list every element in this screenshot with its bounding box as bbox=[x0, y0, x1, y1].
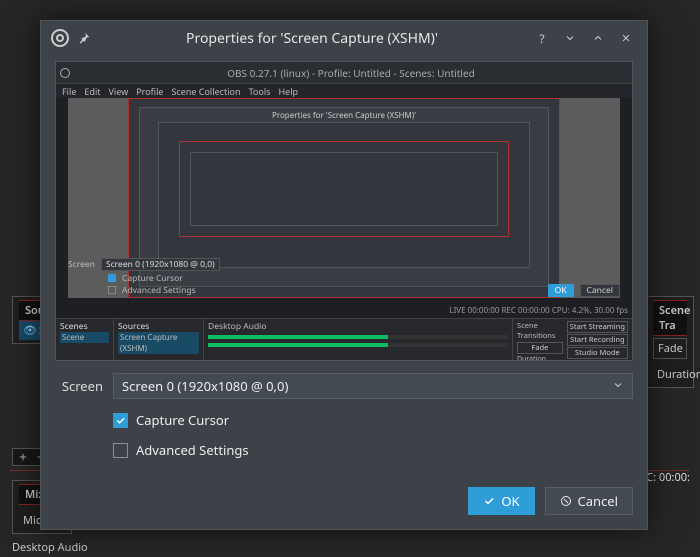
preview-bottom-docks: Scenes Scene Sources Screen Capture (XSH… bbox=[56, 318, 632, 360]
duration-label: Duration bbox=[653, 365, 687, 384]
nested-dialog-4 bbox=[190, 152, 498, 226]
ok-button[interactable]: OK bbox=[468, 487, 534, 515]
checkbox-icon bbox=[113, 413, 128, 428]
screen-select[interactable]: Screen 0 (1920x1080 @ 0,0) bbox=[113, 373, 633, 399]
menu-edit: Edit bbox=[84, 85, 100, 98]
preview-statusbar: LIVE 00:00:00 REC 00:00:00 CPU: 4.2%, 30… bbox=[449, 305, 628, 316]
preview-start-recording: Start Recording bbox=[567, 334, 628, 346]
preview-cancel-button: Cancel bbox=[580, 284, 620, 297]
help-button[interactable]: ? bbox=[531, 27, 553, 49]
preview-studio-mode: Studio Mode bbox=[567, 347, 628, 359]
preview-duration-label: Duration bbox=[517, 355, 546, 361]
preview-mixer-label: Desktop Audio bbox=[208, 321, 508, 332]
pin-icon[interactable] bbox=[75, 29, 93, 47]
add-icon[interactable]: + bbox=[19, 448, 27, 467]
obs-logo-icon bbox=[60, 68, 70, 78]
cancel-icon bbox=[560, 495, 572, 507]
minimize-button[interactable] bbox=[559, 27, 581, 49]
ok-button-label: OK bbox=[501, 492, 519, 510]
screen-select-value: Screen 0 (1920x1080 @ 0,0) bbox=[122, 377, 288, 395]
preview-screen-label: Screen bbox=[68, 259, 95, 270]
menu-scene-collection: Scene Collection bbox=[171, 85, 240, 98]
close-button[interactable] bbox=[615, 27, 637, 49]
preview-scene-item: Scene bbox=[60, 332, 109, 343]
preview-titlebar: OBS 0.27.1 (linux) - Profile: Untitled -… bbox=[56, 62, 632, 84]
preview-source-item: Screen Capture (XSHM) bbox=[118, 332, 199, 354]
menu-view: View bbox=[109, 85, 129, 98]
preview-advanced-label: Advanced Settings bbox=[122, 285, 196, 296]
scene-transitions-header: Scene Tra bbox=[653, 300, 687, 336]
cancel-button[interactable]: Cancel bbox=[545, 487, 633, 515]
obs-logo-icon bbox=[51, 29, 69, 47]
properties-dialog: Properties for 'Screen Capture (XSHM)' ?… bbox=[40, 20, 648, 530]
preview-inner-checks2: Advanced Settings OK Cancel bbox=[68, 282, 620, 298]
nested-dialog-title: Properties for 'Screen Capture (XSHM)' bbox=[140, 108, 548, 121]
dialog-titlebar: Properties for 'Screen Capture (XSHM)' ? bbox=[41, 21, 647, 55]
preview-screen-value: Screen 0 (1920x1080 @ 0,0) bbox=[101, 258, 220, 271]
preview-volume-meter bbox=[208, 343, 508, 347]
menu-file: File bbox=[62, 85, 76, 98]
transition-select[interactable]: Fade bbox=[653, 338, 687, 359]
chevron-down-icon bbox=[612, 377, 624, 395]
menu-profile: Profile bbox=[136, 85, 163, 98]
preview-settings: Settings bbox=[567, 360, 628, 361]
advanced-settings-checkbox[interactable]: Advanced Settings bbox=[55, 441, 633, 459]
screen-row: Screen Screen 0 (1920x1080 @ 0,0) bbox=[55, 373, 633, 399]
preview-volume-meter bbox=[208, 335, 508, 339]
preview-capture-cursor-check bbox=[108, 274, 116, 282]
nested-dialog-2 bbox=[158, 122, 530, 268]
eye-icon: 👁 bbox=[23, 323, 37, 338]
preview-transition-value: Fade bbox=[517, 342, 563, 354]
menu-help: Help bbox=[278, 85, 298, 98]
nested-dialog-3 bbox=[179, 141, 509, 237]
scene-transitions-panel: Scene Tra Fade Duration bbox=[646, 296, 694, 388]
capture-cursor-label: Capture Cursor bbox=[136, 411, 229, 429]
preview-sources-header: Sources bbox=[118, 321, 199, 332]
preview-transitions-header: Scene Transitions bbox=[517, 321, 563, 341]
cancel-button-label: Cancel bbox=[578, 492, 618, 510]
screen-label: Screen bbox=[55, 377, 103, 395]
capture-cursor-checkbox[interactable]: Capture Cursor bbox=[55, 411, 633, 429]
preview-window-title: OBS 0.27.1 (linux) - Profile: Untitled -… bbox=[74, 66, 628, 80]
checkbox-icon bbox=[113, 443, 128, 458]
dialog-title: Properties for 'Screen Capture (XSHM)' bbox=[186, 29, 438, 48]
preview-start-streaming: Start Streaming bbox=[567, 321, 628, 333]
dialog-footer: OK Cancel bbox=[41, 473, 647, 529]
preview-menubar: File Edit View Profile Scene Collection … bbox=[56, 84, 632, 98]
preview-advanced-check bbox=[108, 286, 116, 294]
menu-tools: Tools bbox=[249, 85, 271, 98]
desktop-audio-label: Desktop Audio bbox=[12, 540, 88, 555]
advanced-settings-label: Advanced Settings bbox=[136, 441, 249, 459]
preview-ok-button: OK bbox=[548, 284, 574, 297]
source-preview: OBS 0.27.1 (linux) - Profile: Untitled -… bbox=[55, 61, 633, 361]
maximize-button[interactable] bbox=[587, 27, 609, 49]
preview-scenes-header: Scenes bbox=[60, 321, 109, 332]
check-icon bbox=[483, 495, 495, 507]
